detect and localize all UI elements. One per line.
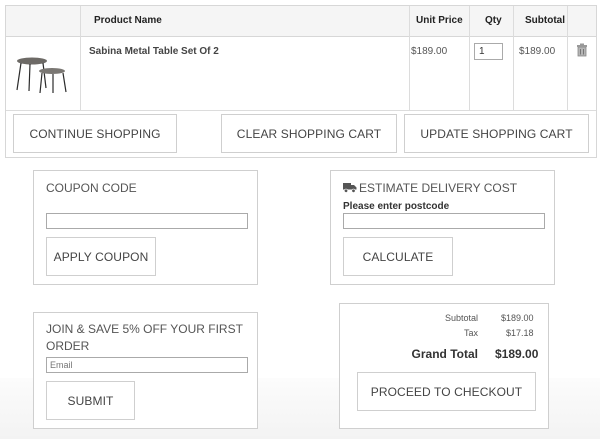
- unit-price: $189.00: [411, 46, 448, 57]
- delivery-box: Estimate Delivery Cost Please enter post…: [330, 170, 555, 285]
- apply-coupon-button[interactable]: Apply Coupon: [46, 237, 156, 276]
- column-divider: [80, 6, 81, 110]
- column-divider: [409, 6, 410, 110]
- coupon-box: Coupon Code Apply Coupon: [33, 170, 258, 285]
- truck-icon: [343, 183, 357, 193]
- quantity-input[interactable]: [474, 43, 503, 60]
- clear-cart-button[interactable]: Clear Shopping Cart: [221, 114, 397, 153]
- subtotal-value: $189.00: [501, 313, 534, 323]
- coupon-title: Coupon Code: [46, 181, 137, 195]
- newsletter-title: Join & Save 5% Off Your First Order: [46, 322, 243, 353]
- product-name[interactable]: Sabina Metal Table Set Of 2: [89, 46, 219, 57]
- column-divider: [513, 6, 514, 110]
- delivery-title: Estimate Delivery Cost: [359, 181, 518, 195]
- column-divider: [567, 6, 568, 110]
- calculate-button[interactable]: Calculate: [343, 237, 453, 276]
- cart-table: Product Name Unit Price Qty Subtotal Sab…: [5, 5, 597, 158]
- tax-value: $17.18: [506, 328, 534, 338]
- grand-total-value: $189.00: [495, 347, 539, 361]
- header-unit-price: Unit Price: [416, 15, 463, 26]
- column-divider: [469, 6, 470, 110]
- newsletter-box: Join & Save 5% Off Your First Order Subm…: [33, 312, 258, 429]
- header-subtotal: Subtotal: [525, 15, 565, 26]
- proceed-to-checkout-button[interactable]: Proceed to Checkout: [357, 372, 536, 411]
- tax-label: Tax: [463, 328, 478, 338]
- totals-box: Subtotal $189.00 Tax $17.18 Grand Total …: [339, 303, 549, 429]
- trash-icon[interactable]: [575, 43, 589, 57]
- update-cart-button[interactable]: Update Shopping Cart: [404, 114, 589, 153]
- postcode-label: Please enter postcode: [343, 201, 450, 212]
- subtotal-label: Subtotal: [444, 313, 478, 323]
- email-field[interactable]: [46, 357, 248, 373]
- header-product-name: Product Name: [94, 15, 162, 26]
- header-qty: Qty: [485, 15, 502, 26]
- coupon-input[interactable]: [46, 213, 248, 229]
- grand-total-label: Grand Total: [411, 347, 478, 361]
- postcode-input[interactable]: [343, 213, 545, 229]
- row-subtotal: $189.00: [519, 46, 556, 57]
- row-divider: [6, 110, 596, 111]
- nesting-tables-image[interactable]: [12, 52, 72, 94]
- continue-shopping-button[interactable]: Continue Shopping: [13, 114, 177, 153]
- submit-button[interactable]: Submit: [46, 381, 135, 420]
